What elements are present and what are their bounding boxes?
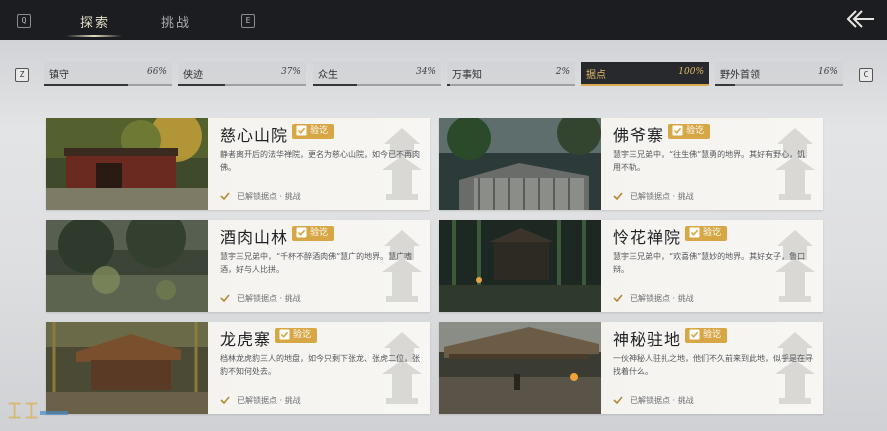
- filter-percent: 37%: [280, 67, 301, 77]
- stronghold-title: 慈心山院: [220, 126, 289, 145]
- filter-5[interactable]: 野外首领 16%: [715, 62, 843, 86]
- verified-badge: 验讫: [292, 226, 335, 241]
- stronghold-card[interactable]: 神秘驻地 验讫一伙神秘人驻扎之地，他们不久前来到此地，似乎是在寻找着什么。已解锁据…: [439, 322, 823, 414]
- status-text: 已解锁据点 · 挑战: [237, 192, 301, 201]
- filter-progress-bar: [313, 84, 357, 86]
- status-text: 已解锁据点 · 挑战: [630, 396, 694, 405]
- next-tab-key-hint: E: [241, 14, 255, 28]
- filter-name: 侠迹: [183, 70, 203, 81]
- check-icon: [220, 294, 230, 303]
- stronghold-title: 酒肉山林: [220, 228, 289, 247]
- badge-check-icon: [296, 227, 307, 238]
- filter-4[interactable]: 据点 100%: [581, 62, 709, 86]
- check-icon: [220, 396, 230, 405]
- badge-label: 验讫: [686, 126, 705, 136]
- stronghold-description: 慧宇三兄弟中，“往生佛”慧勇的地界。其好有野心，饥用不轨。: [613, 150, 806, 172]
- check-icon: [613, 396, 623, 405]
- stronghold-card[interactable]: 怜花禅院 验讫慧宇三兄弟中，“欢喜佛”慧妙的地界。其好女子，鲁口辩。已解锁据点 ·…: [439, 220, 823, 312]
- status-text: 已解锁据点 · 挑战: [630, 294, 694, 303]
- stronghold-status: 已解锁据点 · 挑战: [220, 293, 301, 304]
- check-icon: [220, 192, 230, 201]
- stronghold-thumbnail: [439, 220, 601, 312]
- badge-check-icon: [672, 125, 683, 136]
- verified-badge: 验讫: [685, 328, 728, 343]
- status-text: 已解锁据点 · 挑战: [237, 294, 301, 303]
- badge-label: 验讫: [293, 330, 312, 340]
- check-icon: [613, 192, 623, 201]
- stronghold-thumbnail: [439, 118, 601, 210]
- stronghold-description: 慧宇三兄弟中，“欢喜佛”慧妙的地界。其好女子，鲁口辩。: [613, 252, 806, 274]
- stronghold-status: 已解锁据点 · 挑战: [613, 191, 694, 202]
- stronghold-title: 怜花禅院: [613, 228, 682, 247]
- filter-name: 众生: [318, 70, 338, 81]
- badge-label: 验讫: [310, 126, 329, 136]
- stronghold-title: 神秘驻地: [613, 330, 682, 349]
- filter-percent: 66%: [146, 67, 167, 77]
- filter-name: 据点: [586, 70, 606, 81]
- stronghold-thumbnail: [46, 118, 208, 210]
- prev-filter-key-hint: Z: [15, 68, 29, 82]
- status-text: 已解锁据点 · 挑战: [237, 396, 301, 405]
- stronghold-description: 一伙神秘人驻扎之地，他们不久前来到此地，似乎是在寻找着什么。: [613, 354, 813, 376]
- verified-badge: 验讫: [292, 124, 335, 139]
- filter-0[interactable]: 镇守 66%: [44, 62, 172, 86]
- check-icon: [613, 294, 623, 303]
- stronghold-card[interactable]: 龙虎寨 验讫档林龙虎豹三人的地盘，如今只剩下张龙、张虎二位，张豹不知何处去。已解锁…: [46, 322, 430, 414]
- stronghold-status: 已解锁据点 · 挑战: [613, 395, 694, 406]
- status-text: 已解锁据点 · 挑战: [630, 192, 694, 201]
- filter-progress-bar: [581, 84, 709, 86]
- top-bar: Q 探索 挑战 E: [0, 0, 887, 40]
- stronghold-thumbnail: [46, 322, 208, 414]
- badge-check-icon: [296, 125, 307, 136]
- prev-tab-key-hint: Q: [17, 14, 31, 28]
- filter-2[interactable]: 众生 34%: [313, 62, 441, 86]
- filter-name: 镇守: [49, 70, 69, 81]
- stronghold-title: 佛爷寨: [613, 126, 665, 145]
- active-tab-indicator: [66, 35, 122, 37]
- back-arrow-icon[interactable]: [846, 8, 876, 30]
- filter-1[interactable]: 侠迹 37%: [178, 62, 306, 86]
- stronghold-status: 已解锁据点 · 挑战: [613, 293, 694, 304]
- stronghold-thumbnail: [46, 220, 208, 312]
- stronghold-title: 龙虎寨: [220, 330, 272, 349]
- stronghold-description: 慧宇三兄弟中，“千杯不醉酒肉佛”慧广的地界。慧广嗜酒，好与人比拼。: [220, 252, 413, 274]
- next-filter-key-hint: C: [859, 68, 873, 82]
- tab-explore[interactable]: 探索: [80, 12, 110, 31]
- filter-name: 野外首领: [720, 70, 760, 81]
- tab-challenge[interactable]: 挑战: [161, 12, 191, 31]
- filter-percent: 100%: [678, 67, 704, 77]
- stronghold-card[interactable]: 酒肉山林 验讫慧宇三兄弟中，“千杯不醉酒肉佛”慧广的地界。慧广嗜酒，好与人比拼。已…: [46, 220, 430, 312]
- badge-label: 验讫: [703, 330, 722, 340]
- watermark-dash: [40, 411, 68, 415]
- filter-percent: 34%: [415, 67, 436, 77]
- stronghold-status: 已解锁据点 · 挑战: [220, 395, 301, 406]
- stronghold-description: 档林龙虎豹三人的地盘，如今只剩下张龙、张虎二位，张豹不知何处去。: [220, 354, 420, 376]
- filter-name: 万事知: [452, 70, 482, 81]
- badge-check-icon: [279, 329, 290, 340]
- verified-badge: 验讫: [275, 328, 318, 343]
- stronghold-status: 已解锁据点 · 挑战: [220, 191, 301, 202]
- stronghold-card[interactable]: 佛爷寨 验讫慧宇三兄弟中，“往生佛”慧勇的地界。其好有野心，饥用不轨。已解锁据点 …: [439, 118, 823, 210]
- filter-percent: 2%: [555, 67, 570, 77]
- filter-progress-bar: [447, 84, 450, 86]
- badge-check-icon: [689, 227, 700, 238]
- filter-progress-bar: [715, 84, 736, 86]
- badge-check-icon: [689, 329, 700, 340]
- filter-progress-bar: [44, 84, 129, 86]
- filter-percent: 16%: [817, 67, 838, 77]
- badge-label: 验讫: [703, 228, 722, 238]
- site-watermark-logo: ⌶ ⌶: [8, 398, 38, 424]
- stronghold-card[interactable]: 慈心山院 验讫静者离开后的法华禅院，更名为慈心山院，如今已不再肉佛。已解锁据点 ·…: [46, 118, 430, 210]
- filter-3[interactable]: 万事知 2%: [447, 62, 575, 86]
- verified-badge: 验讫: [668, 124, 711, 139]
- badge-label: 验讫: [310, 228, 329, 238]
- filter-progress-bar: [178, 84, 226, 86]
- stronghold-description: 静者离开后的法华禅院，更名为慈心山院，如今已不再肉佛。: [220, 150, 420, 172]
- stronghold-thumbnail: [439, 322, 601, 414]
- verified-badge: 验讫: [685, 226, 728, 241]
